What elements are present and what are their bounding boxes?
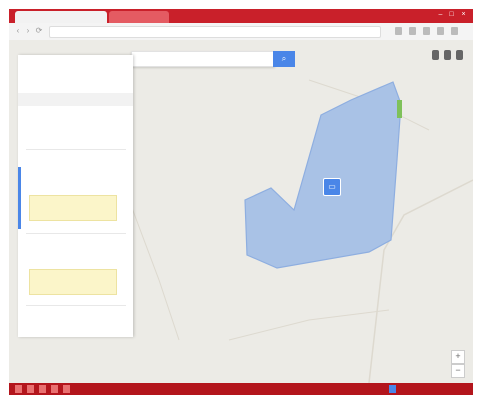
browser-tab-bar: – □ × [9, 9, 473, 23]
extension-icon[interactable] [395, 27, 402, 35]
browser-tab[interactable] [109, 11, 169, 23]
notification-icon[interactable] [444, 50, 452, 60]
sidebar-header [18, 93, 133, 106]
screen: – □ × ‹ › ⟳ ⌕ ▭ + − [9, 9, 473, 395]
search-field[interactable] [136, 54, 272, 66]
search-button[interactable]: ⌕ [273, 51, 295, 67]
divider [26, 149, 126, 150]
account-controls [429, 50, 463, 62]
tray-icon[interactable] [389, 385, 396, 393]
menu-icon[interactable] [451, 27, 458, 35]
browser-toolbar: ‹ › ⟳ [9, 23, 473, 41]
divider [26, 233, 126, 234]
reload-icon[interactable]: ⟳ [35, 27, 43, 35]
sidebar [18, 55, 133, 337]
back-icon[interactable]: ‹ [14, 27, 22, 35]
taskbar [9, 383, 473, 395]
description-note [29, 195, 117, 221]
search-input[interactable] [131, 51, 275, 67]
taskbar-app-icon[interactable] [39, 385, 46, 393]
maximize-button[interactable]: □ [447, 11, 456, 19]
road [128, 199, 180, 341]
taskbar-app-icon[interactable] [51, 385, 58, 393]
avatar[interactable] [456, 50, 463, 60]
description-note [29, 269, 117, 295]
road [228, 309, 390, 341]
close-button[interactable]: × [459, 11, 468, 19]
start-icon[interactable] [15, 385, 22, 393]
area-polygon[interactable] [244, 81, 402, 269]
green-patch [397, 100, 402, 118]
extension-icon[interactable] [423, 27, 430, 35]
forward-icon[interactable]: › [24, 27, 32, 35]
taskbar-app-icon[interactable] [27, 385, 34, 393]
browser-tab-active[interactable] [15, 11, 107, 23]
minimize-button[interactable]: – [436, 11, 445, 19]
extension-icon[interactable] [409, 27, 416, 35]
taskbar-app-icon[interactable] [63, 385, 70, 393]
map-filters [131, 76, 161, 82]
extension-icon[interactable] [437, 27, 444, 35]
address-bar[interactable] [49, 26, 381, 38]
zoom-in-button[interactable]: + [451, 350, 465, 364]
apps-icon[interactable] [432, 50, 440, 60]
divider [26, 305, 126, 306]
zoom-out-button[interactable]: − [451, 364, 465, 378]
selection-indicator [18, 167, 21, 229]
polygon-marker-icon[interactable]: ▭ [323, 178, 341, 196]
